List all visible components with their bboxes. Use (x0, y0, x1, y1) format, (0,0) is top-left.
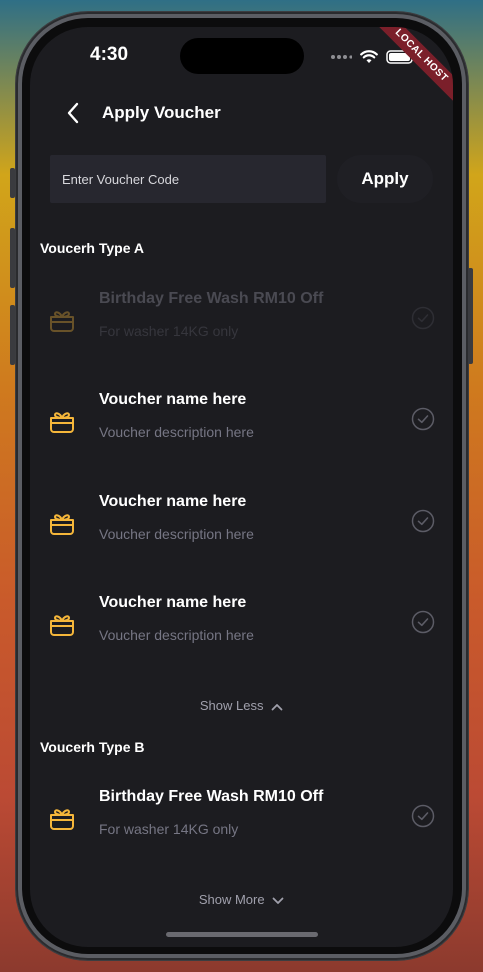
section-title-type-a: Voucerh Type A (40, 240, 144, 256)
wifi-icon (360, 50, 378, 63)
voucher-description: Voucher description here (99, 526, 254, 542)
voucher-name: Voucher name here (99, 594, 247, 611)
voucher-name: Birthday Free Wash RM10 Off (99, 788, 324, 805)
voucher-description: Voucher description here (99, 424, 254, 440)
voucher-description: For washer 14KG only (99, 821, 239, 837)
power-button (468, 268, 473, 364)
toggle-label: Show More (198, 892, 265, 907)
voucher-item[interactable]: Birthday Free Wash RM10 Off For washer 1… (40, 784, 440, 856)
check-circle-icon[interactable] (411, 509, 435, 533)
voucher-name: Voucher name here (99, 493, 247, 510)
check-circle-icon[interactable] (411, 804, 435, 828)
voucher-item[interactable]: Voucher name here Voucher description he… (40, 489, 440, 561)
signal-icon (331, 55, 352, 59)
show-more-toggle[interactable]: Show More (30, 892, 453, 907)
voucher-code-input[interactable] (50, 155, 326, 203)
show-less-toggle[interactable]: Show Less (30, 698, 453, 713)
voucher-name: Voucher name here (99, 391, 247, 408)
status-time: 4:30 (90, 44, 129, 65)
back-button[interactable] (66, 101, 86, 125)
chevron-up-icon (271, 703, 283, 710)
voucher-name: Birthday Free Wash RM10 Off (99, 290, 324, 307)
gift-icon (50, 412, 74, 433)
voucher-description: For washer 14KG only (99, 323, 239, 339)
app-header: Apply Voucher (66, 99, 221, 127)
check-circle-icon[interactable] (411, 407, 435, 431)
gift-icon (50, 615, 74, 636)
voucher-description: Voucher description here (99, 627, 254, 643)
toggle-label: Show Less (199, 698, 264, 713)
voucher-item: Birthday Free Wash RM10 Off For washer 1… (40, 286, 440, 358)
dynamic-island (180, 38, 304, 74)
volume-up-button (10, 228, 15, 288)
check-circle-icon[interactable] (411, 610, 435, 634)
gift-icon (50, 311, 74, 332)
gift-icon (50, 514, 74, 535)
section-title-type-b: Voucerh Type B (40, 739, 145, 755)
chevron-down-icon (272, 897, 284, 904)
volume-down-button (10, 305, 15, 365)
mute-switch (10, 168, 15, 198)
app-screen: 4:30 LOCAL HOST Apply Voucher Apply Vouc… (30, 27, 453, 947)
gift-icon (50, 809, 74, 830)
home-indicator[interactable] (166, 932, 318, 937)
page-title: Apply Voucher (102, 103, 221, 122)
chevron-left-icon (67, 102, 79, 124)
voucher-item[interactable]: Voucher name here Voucher description he… (40, 387, 440, 459)
apply-button[interactable]: Apply (337, 155, 433, 203)
voucher-item[interactable]: Voucher name here Voucher description he… (40, 590, 440, 662)
check-circle-icon (411, 306, 435, 330)
